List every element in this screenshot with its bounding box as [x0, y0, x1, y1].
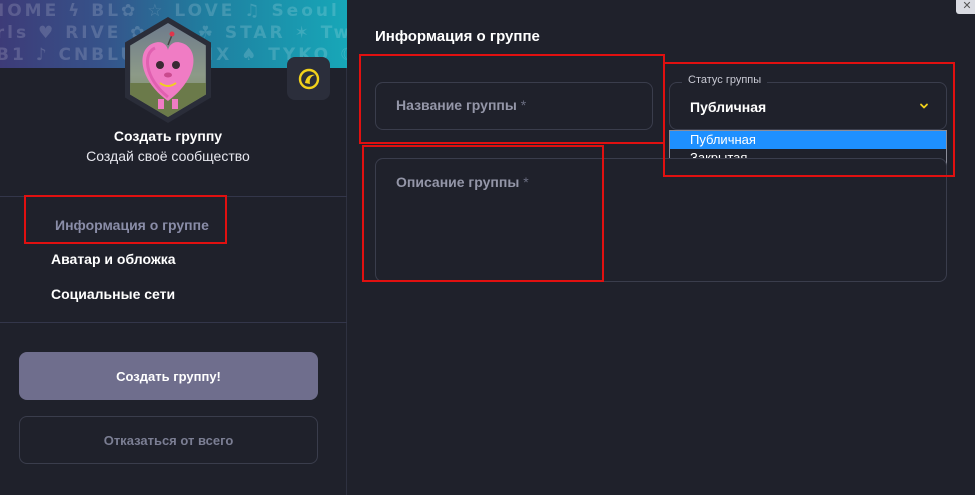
divider: [0, 196, 347, 197]
divider: [0, 322, 347, 323]
cancel-all-button[interactable]: Отказаться от всего: [19, 416, 318, 464]
chevron-down-icon: [920, 103, 928, 109]
sidebar: HOME ϟ BL✿ ☆ LOVE ♫ Seoul ✦ Secret Girls…: [0, 0, 347, 495]
sidebar-title: Создать группу: [113, 128, 223, 144]
create-group-page: HOME ϟ BL✿ ☆ LOVE ♫ Seoul ✦ Secret Girls…: [0, 0, 975, 495]
page-title: Информация о группе: [375, 28, 540, 45]
placeholder-text: Описание группы: [396, 174, 520, 190]
group-status-select[interactable]: Статус группы Публичная: [669, 74, 947, 130]
group-name-input[interactable]: Название группы *: [375, 82, 653, 130]
group-description-textarea[interactable]: Описание группы *: [375, 158, 947, 282]
placeholder-text: Название группы: [396, 97, 517, 113]
group-name-placeholder: Название группы *: [396, 97, 526, 113]
required-mark: *: [523, 174, 529, 190]
nav-item-avatar-cover[interactable]: Аватар и обложка: [51, 251, 176, 267]
moon-logo-icon[interactable]: [287, 57, 330, 100]
required-mark: *: [520, 97, 527, 113]
create-group-button[interactable]: Создать группу!: [19, 352, 318, 400]
nav-item-group-info[interactable]: Информация о группе: [55, 217, 209, 233]
close-icon[interactable]: ✕: [956, 0, 975, 14]
group-description-placeholder: Описание группы *: [396, 174, 529, 190]
status-option-public[interactable]: Публичная: [670, 131, 946, 149]
group-avatar[interactable]: [118, 17, 218, 123]
status-selected-value: Публичная: [690, 99, 767, 115]
status-label: Статус группы: [682, 74, 768, 86]
nav-item-social-networks[interactable]: Социальные сети: [51, 286, 175, 302]
sidebar-subtitle: Создай своё сообщество: [86, 148, 250, 164]
